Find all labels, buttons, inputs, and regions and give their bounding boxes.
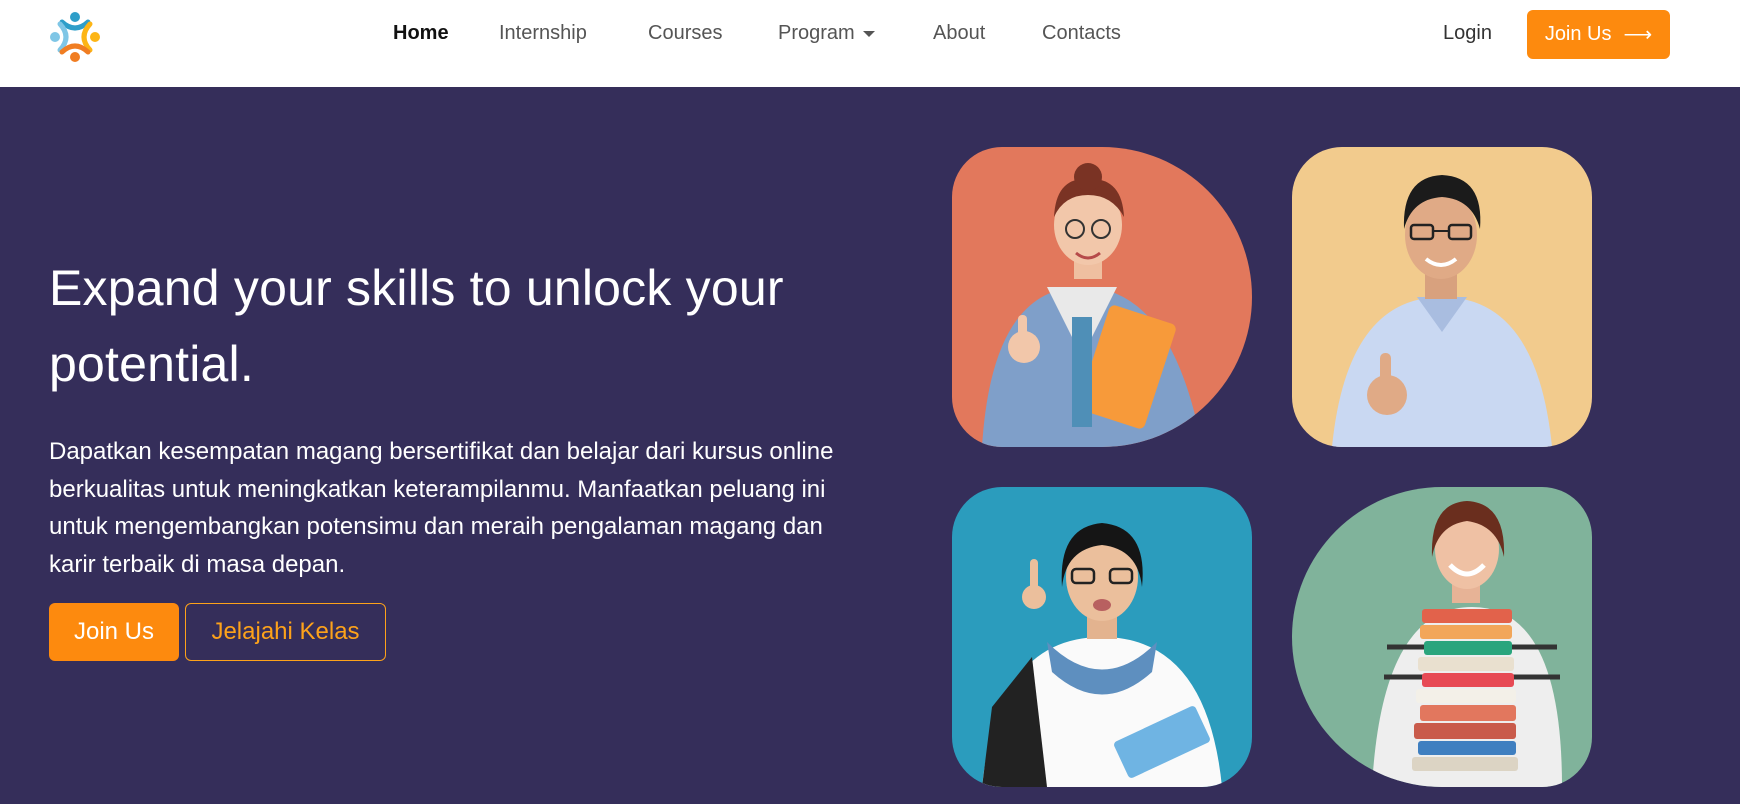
student-photo-2: [1292, 147, 1592, 447]
join-us-nav-button[interactable]: Join Us ⟶: [1527, 10, 1670, 59]
hero-section: Expand your skills to unlock your potent…: [0, 87, 1740, 804]
nav-link-program-label: Program: [778, 22, 855, 44]
chevron-down-icon: [862, 30, 875, 37]
logo-icon[interactable]: [48, 10, 102, 64]
explore-classes-button[interactable]: Jelajahi Kelas: [185, 603, 386, 661]
nav-link-program[interactable]: Program: [778, 22, 875, 45]
hero-description: Dapatkan kesempatan magang bersertifikat…: [49, 438, 834, 578]
hero-headline: Expand your skills to unlock your potent…: [49, 260, 784, 392]
student-photo-3: [952, 487, 1252, 787]
student-photo-4: [1292, 487, 1592, 787]
top-navbar: Home Internship Courses Program About Co…: [0, 0, 1740, 87]
arrow-right-icon: ⟶: [1623, 24, 1653, 46]
nav-link-courses[interactable]: Courses: [648, 22, 722, 45]
nav-link-contacts[interactable]: Contacts: [1042, 22, 1121, 45]
login-link[interactable]: Login: [1443, 22, 1492, 45]
nav-link-about[interactable]: About: [933, 22, 985, 45]
student-photo-1: [952, 147, 1252, 447]
nav-link-home[interactable]: Home: [393, 22, 449, 45]
join-us-nav-label: Join Us: [1544, 23, 1612, 45]
join-us-button[interactable]: Join Us: [49, 603, 179, 661]
nav-link-internship[interactable]: Internship: [499, 22, 587, 45]
